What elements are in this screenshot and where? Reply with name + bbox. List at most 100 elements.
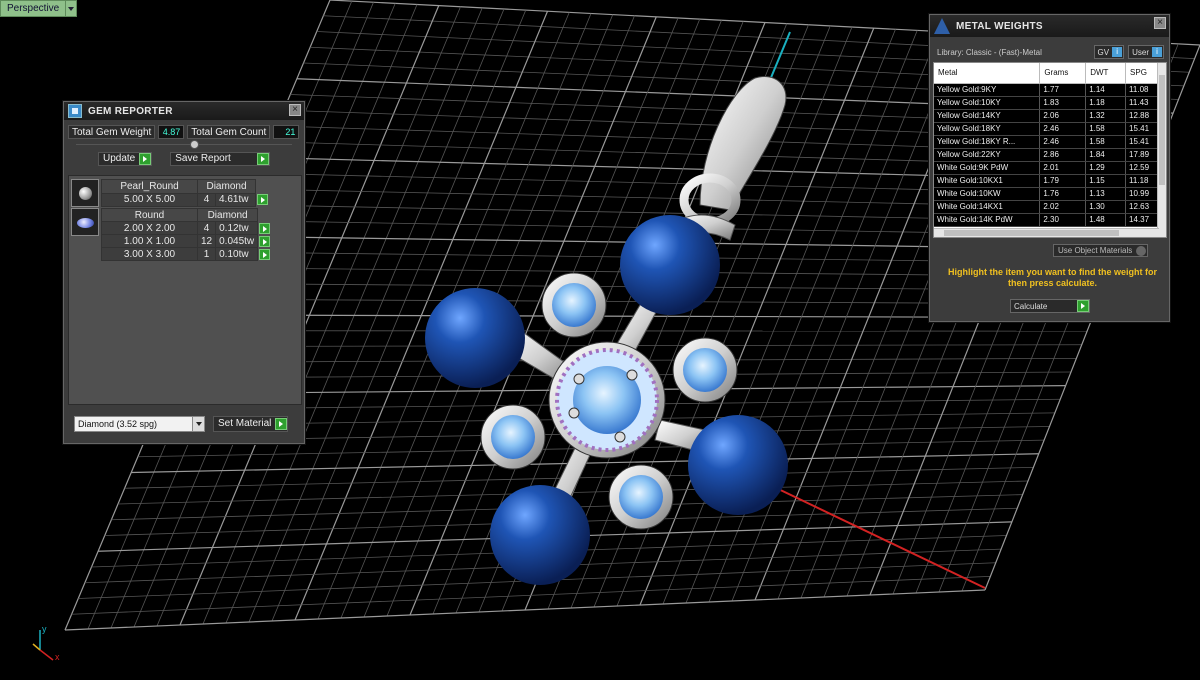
gem-row[interactable]: 5.00 X 5.00 4 4.61tw <box>101 192 270 207</box>
metal-table[interactable]: Metal Grams DWT SPG Yellow Gold:9KY 1.77 1… <box>933 62 1167 238</box>
metal-spg: 15.41 <box>1125 122 1160 136</box>
metal-row[interactable]: Yellow Gold:18KY R... 2.46 1.58 15.41 <box>934 135 1160 149</box>
play-arrow-icon[interactable] <box>257 153 270 165</box>
scrollbar-thumb[interactable] <box>1159 75 1165 185</box>
gem-row[interactable]: 1.00 X 1.00 12 0.045tw <box>101 234 272 248</box>
axis-y-label: y <box>42 624 47 634</box>
metal-row[interactable]: Yellow Gold:22KY 2.86 1.84 17.89 <box>934 148 1160 162</box>
metal-row[interactable]: White Gold:10KX1 1.79 1.15 11.18 <box>934 174 1160 188</box>
metal-dwt: 1.58 <box>1085 135 1127 149</box>
metal-row[interactable]: Yellow Gold:18KY 2.46 1.58 15.41 <box>934 122 1160 136</box>
save-report-label: Save Report <box>175 153 231 164</box>
metal-spg: 11.08 <box>1125 83 1160 97</box>
round-diamond-thumbnail[interactable] <box>71 208 99 236</box>
metal-dwt: 1.13 <box>1085 187 1127 201</box>
total-weight-label: Total Gem Weight <box>68 125 156 139</box>
pearl-top <box>620 215 720 315</box>
total-count-value: 21 <box>273 125 300 139</box>
vertical-scrollbar[interactable] <box>1157 63 1166 237</box>
metal-spg: 15.41 <box>1125 135 1160 149</box>
horizontal-scrollbar[interactable] <box>934 228 1159 237</box>
calculate-button[interactable]: Calculate <box>1010 299 1090 313</box>
viewport-mode-tab[interactable]: Perspective <box>0 0 78 17</box>
gem-reporter-titlebar[interactable]: GEM REPORTER × <box>64 102 304 120</box>
chevron-down-icon[interactable] <box>66 0 78 17</box>
metal-dwt: 1.29 <box>1085 161 1127 175</box>
info-icon[interactable]: i <box>1152 47 1162 57</box>
weight-icon <box>934 18 950 34</box>
metal-row[interactable]: Yellow Gold:14KY 2.06 1.32 12.88 <box>934 109 1160 123</box>
use-object-materials-toggle[interactable]: Use Object Materials <box>1053 244 1149 257</box>
select-gem-icon[interactable] <box>259 222 271 234</box>
gem-weight: 4.61tw <box>215 192 256 207</box>
metal-dwt: 1.18 <box>1085 96 1127 110</box>
set-material-button[interactable]: Set Material <box>213 416 289 432</box>
pearl-thumbnail[interactable] <box>71 179 99 207</box>
user-button[interactable]: User i <box>1128 45 1164 59</box>
metal-name: White Gold:9K PdW <box>934 161 1041 175</box>
column-header-metal[interactable]: Metal <box>934 63 1041 84</box>
info-icon[interactable]: i <box>1112 47 1123 57</box>
gem-shape-label: Pearl_Round <box>101 179 198 194</box>
gv-button[interactable]: GV i <box>1093 45 1125 59</box>
metal-name: Yellow Gold:9KY <box>934 83 1041 97</box>
toggle-icon[interactable] <box>1136 245 1147 256</box>
panel-splitter[interactable] <box>76 140 292 150</box>
metal-row[interactable]: White Gold:10KW 1.76 1.13 10.99 <box>934 187 1160 201</box>
pearl-right <box>688 415 788 515</box>
total-count-label: Total Gem Count <box>187 125 271 139</box>
gem-row[interactable]: 2.00 X 2.00 4 0.12tw <box>101 221 272 235</box>
metal-row[interactable]: White Gold:14K PdW 2.30 1.48 14.37 <box>934 213 1160 227</box>
library-label: Library: Classic - (Fast)-Metal <box>937 47 1042 57</box>
gem-weight: 0.10tw <box>215 247 259 261</box>
axis-x-label: x <box>55 652 60 662</box>
gem-row[interactable]: 3.00 X 3.00 1 0.10tw <box>101 247 272 261</box>
material-select[interactable]: Diamond (3.52 spg) <box>74 416 205 432</box>
gem-group-pearl[interactable]: Pearl_Round Diamond 5.00 X 5.00 4 4.61tw <box>71 179 270 207</box>
column-header-dwt[interactable]: DWT <box>1085 63 1127 84</box>
scrollbar-thumb[interactable] <box>944 230 1119 236</box>
update-button[interactable]: Update <box>98 152 153 166</box>
metal-grams: 1.79 <box>1039 174 1087 188</box>
splitter-knob[interactable] <box>190 140 199 149</box>
gem-count: 1 <box>196 247 217 261</box>
metal-row[interactable]: Yellow Gold:9KY 1.77 1.14 11.08 <box>934 83 1160 97</box>
gem-group-round[interactable]: Round Diamond 2.00 X 2.00 4 0.12tw 1.00 … <box>71 208 272 261</box>
select-gem-icon[interactable] <box>259 248 271 260</box>
metal-grams: 2.01 <box>1039 161 1087 175</box>
metal-name: Yellow Gold:14KY <box>934 109 1041 123</box>
metal-weights-panel[interactable]: METAL WEIGHTS × Library: Classic - (Fast… <box>929 14 1170 322</box>
gem-list[interactable]: Pearl_Round Diamond 5.00 X 5.00 4 4.61tw… <box>68 175 302 405</box>
metal-spg: 12.63 <box>1125 200 1160 214</box>
metal-dwt: 1.48 <box>1085 213 1127 227</box>
play-arrow-icon[interactable] <box>139 153 152 165</box>
column-header-spg[interactable]: SPG <box>1125 63 1160 84</box>
metal-spg: 12.88 <box>1125 109 1160 123</box>
column-header-grams[interactable]: Grams <box>1039 63 1087 84</box>
metal-row[interactable]: White Gold:14KX1 2.02 1.30 12.63 <box>934 200 1160 214</box>
gem-reporter-title: GEM REPORTER <box>88 105 173 117</box>
save-report-button[interactable]: Save Report <box>170 152 271 166</box>
close-icon[interactable]: × <box>289 104 301 116</box>
metal-row[interactable]: Yellow Gold:10KY 1.83 1.18 11.43 <box>934 96 1160 110</box>
material-select-value: Diamond (3.52 spg) <box>78 419 158 429</box>
gem-reporter-panel[interactable]: GEM REPORTER × Total Gem Weight 4.87 Tot… <box>63 101 305 444</box>
viewport-mode-label[interactable]: Perspective <box>0 0 67 17</box>
close-icon[interactable]: × <box>1154 17 1166 29</box>
metal-grams: 2.46 <box>1039 135 1087 149</box>
metal-row[interactable]: White Gold:9K PdW 2.01 1.29 12.59 <box>934 161 1160 175</box>
center-halo[interactable] <box>548 341 666 459</box>
metal-grams: 2.06 <box>1039 109 1087 123</box>
select-gem-icon[interactable] <box>257 194 268 206</box>
chevron-down-icon[interactable] <box>192 417 204 431</box>
gem-count: 4 <box>196 221 217 235</box>
metal-weights-titlebar[interactable]: METAL WEIGHTS × <box>930 15 1169 37</box>
use-object-materials-label: Use Object Materials <box>1058 246 1133 255</box>
play-arrow-icon[interactable] <box>1077 300 1089 312</box>
instruction-text: Highlight the item you want to find the … <box>948 267 1157 288</box>
gem-reporter-icon <box>68 104 82 118</box>
metal-spg: 17.89 <box>1125 148 1160 162</box>
metal-grams: 1.77 <box>1039 83 1087 97</box>
select-gem-icon[interactable] <box>259 235 271 247</box>
play-arrow-icon[interactable] <box>275 418 288 430</box>
